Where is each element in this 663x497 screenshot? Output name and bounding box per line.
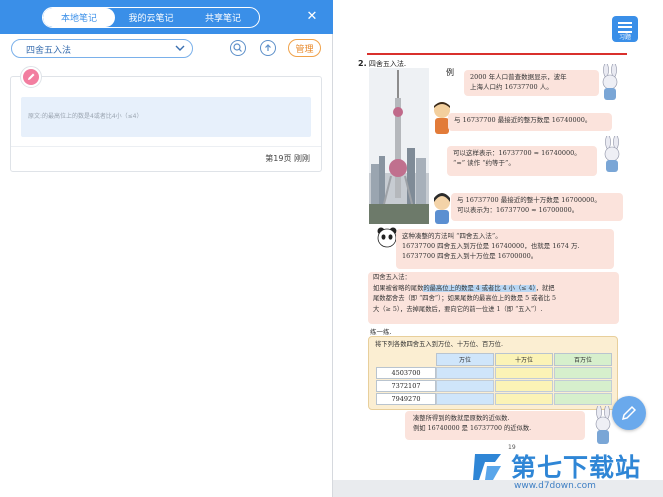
filter-selected-value: 四舍五入法: [26, 46, 72, 56]
watermark-title: 第七下载站: [511, 453, 642, 482]
notes-tab-switcher: 本地笔记 我的云笔记 共享笔记: [42, 7, 260, 28]
bubble-text: 例如 16740000 是 16737700 的近似数.: [413, 425, 532, 432]
tab-cloud-notes[interactable]: 我的云笔记: [115, 8, 187, 27]
divider: [11, 146, 321, 147]
answer-cell[interactable]: [554, 367, 612, 379]
rule-text: ，就把: [535, 284, 555, 292]
highlighted-text[interactable]: 的最高位上的数是 4 或者比 4 小（≤ 4）: [423, 284, 536, 292]
chevron-down-icon: [175, 45, 185, 51]
section-rule: [367, 53, 627, 55]
rule-line: 大（≥ 5），去掉尾数后，要向它的前一位进 1（即 “五入”）.: [373, 305, 543, 313]
section-number: 2.: [358, 59, 367, 68]
bubble-text: 上海人口约 16737700 人。: [470, 83, 553, 91]
answer-cell[interactable]: [495, 393, 553, 405]
bubble-text: 与 16737700 最接近的整十万数是 16700000。: [457, 196, 601, 204]
answer-cell[interactable]: [554, 380, 612, 392]
homework-button[interactable]: 习题: [612, 16, 638, 42]
rule-line: 如果被省略的尾数的最高位上的数是 4 或者比 4 小（≤ 4），就把: [373, 284, 614, 295]
answer-cell[interactable]: [436, 367, 494, 379]
note-quote: 原文:的最高位上的数是4或者比4小（≤4）: [21, 97, 311, 137]
notes-panel: 本地笔记 我的云笔记 共享笔记 ✕ 四舍五入法 管理 原文:的最高位上的数是4或…: [0, 0, 333, 497]
tab-local-notes[interactable]: 本地笔记: [43, 8, 115, 27]
answer-cell[interactable]: [436, 380, 494, 392]
notes-header: 本地笔记 我的云笔记 共享笔记 ✕: [0, 0, 333, 34]
close-icon[interactable]: ✕: [304, 9, 320, 25]
answer-cell[interactable]: [495, 367, 553, 379]
upload-icon[interactable]: [260, 40, 276, 56]
row-number: 4503700: [376, 367, 436, 379]
row-number: 7372107: [376, 380, 436, 392]
list-icon: [618, 22, 632, 33]
column-header: 百万位: [554, 353, 612, 366]
note-card[interactable]: 原文:的最高位上的数是4或者比4小（≤4） 第19页 刚刚: [10, 76, 322, 172]
watermark-logo-icon: [473, 454, 501, 480]
row-number: 7949270: [376, 393, 436, 405]
note-filter-select[interactable]: 四舍五入法: [11, 39, 193, 58]
rule-line: 尾数都舍去（即 “四舍”）；如果尾数的最高位上的数是 5 或者比 5: [373, 295, 557, 302]
rabbit-character: [604, 136, 620, 172]
tab-shared-notes[interactable]: 共享笔记: [187, 8, 259, 27]
exercise-panel: 将下列各数四舍五入到万位、十万位、百万位. 万位 十万位 百万位 4503700…: [368, 336, 618, 410]
column-header: 万位: [436, 353, 494, 366]
bubble-text: “≈” 读作 “约等于”。: [453, 159, 515, 167]
example-label: 例: [446, 68, 454, 77]
section-title: 四舍五入法.: [368, 60, 407, 68]
example-bubble: 与 16737700 最接近的整万数是 16740000。: [448, 113, 612, 131]
answer-cell[interactable]: [495, 380, 553, 392]
rule-text: 如果被省略的尾数: [373, 284, 424, 292]
note-pen-icon: [20, 66, 42, 88]
example-bubble: 2000 年人口普查数据显示，波年 上海人口约 16737700 人。: [464, 70, 599, 96]
answer-cell[interactable]: [436, 393, 494, 405]
note-page-time: 第19页 刚刚: [265, 154, 310, 163]
pearl-tower-photo: [369, 68, 429, 224]
bubble-text: 可以这样表示：16737700 ≈ 16740000。: [453, 149, 581, 157]
bubble-text: 与 16737700 最接近的整万数是 16740000。: [454, 116, 592, 124]
rule-title: 四舍五入法：: [373, 274, 411, 281]
pen-icon: [621, 405, 637, 421]
search-icon[interactable]: [230, 40, 246, 56]
bubble-text: 可以表示为：16737700 ≈ 16700000。: [457, 206, 579, 214]
bubble-text: 凑整所得到的数就是原数的近似数.: [413, 415, 510, 422]
watermark-url: www.d7down.com: [514, 481, 596, 491]
exercise-instruction: 将下列各数四舍五入到万位、十万位、百万位.: [375, 341, 503, 348]
explanation-bubble: 这种凑整的方法叫 “四舍五入法”。 16737700 四舍五入到万位是 1674…: [396, 229, 614, 269]
panda-character: [377, 227, 397, 248]
rabbit-character: [602, 64, 618, 100]
bubble-text: 2000 年人口普查数据显示，波年: [470, 73, 567, 81]
answer-cell[interactable]: [554, 393, 612, 405]
approximation-bubble: 凑整所得到的数就是原数的近似数. 例如 16740000 是 16737700 …: [405, 411, 585, 440]
site-watermark: 第七下载站 www.d7down.com: [471, 448, 661, 496]
rule-definition: 四舍五入法： 如果被省略的尾数的最高位上的数是 4 或者比 4 小（≤ 4），就…: [368, 272, 619, 324]
bubble-text: 16737700 四舍五入到十万位是 16700000。: [402, 252, 538, 260]
add-note-button[interactable]: [612, 396, 646, 430]
example-bubble: 可以这样表示：16737700 ≈ 16740000。 “≈” 读作 “约等于”…: [447, 146, 597, 176]
homework-label: 习题: [618, 34, 631, 41]
manage-button[interactable]: 管理: [288, 39, 321, 57]
bubble-text: 16737700 四舍五入到万位是 16740000，也就是 1674 万.: [402, 242, 580, 250]
practice-label: 练一练.: [370, 328, 392, 336]
example-bubble: 与 16737700 最接近的整十万数是 16700000。 可以表示为：167…: [451, 193, 623, 221]
column-header: 十万位: [495, 353, 553, 366]
bubble-text: 这种凑整的方法叫 “四舍五入法”。: [402, 232, 502, 240]
note-quote-text: 原文:的最高位上的数是4或者比4小（≤4）: [28, 113, 143, 120]
